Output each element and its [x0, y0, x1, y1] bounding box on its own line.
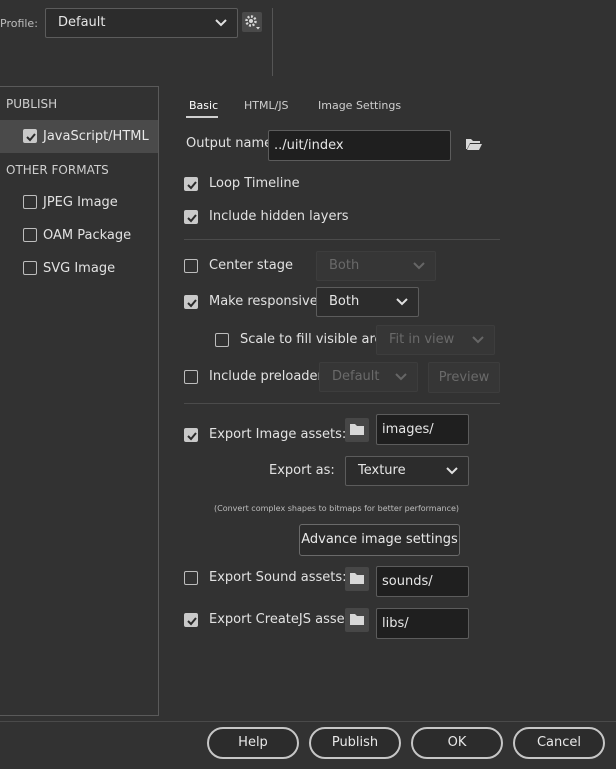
profile-value: Default — [58, 15, 106, 30]
make-responsive-checkbox[interactable] — [184, 295, 198, 309]
export-sound-assets-checkbox[interactable] — [184, 571, 198, 585]
sidebar-item-label: SVG Image — [43, 261, 116, 276]
scale-to-fill-dropdown[interactable]: Fit in view — [376, 325, 495, 355]
loop-timeline-label: Loop Timeline — [209, 176, 300, 191]
center-stage-checkbox[interactable] — [184, 259, 198, 273]
export-createjs-assets-checkbox[interactable] — [184, 613, 198, 627]
section-divider — [184, 239, 500, 240]
include-preloader-checkbox[interactable] — [184, 370, 198, 384]
checkmark-icon — [187, 181, 197, 190]
image-assets-path-value: images/ — [382, 422, 434, 437]
output-name-label: Output name: — [186, 136, 277, 151]
export-sound-assets-label: Export Sound assets: — [209, 570, 347, 585]
section-divider — [184, 403, 500, 404]
chevron-down-icon — [446, 467, 458, 475]
scale-to-fill-value: Fit in view — [389, 332, 455, 347]
ok-button[interactable]: OK — [411, 727, 503, 759]
profile-settings-button[interactable] — [242, 12, 262, 32]
chevron-down-icon — [413, 262, 425, 270]
center-stage-value: Both — [329, 258, 360, 273]
include-hidden-layers-checkbox[interactable] — [184, 210, 198, 224]
sidebar-item-label: JPEG Image — [43, 195, 118, 210]
folder-icon — [350, 424, 364, 435]
sidebar-heading-other-formats: OTHER FORMATS — [6, 163, 109, 177]
image-assets-path-input[interactable]: images/ — [376, 414, 469, 445]
gear-icon — [245, 15, 260, 30]
tab-image-settings[interactable]: Image Settings — [318, 99, 401, 112]
advance-image-settings-button[interactable]: Advance image settings — [299, 524, 460, 556]
checkmark-icon — [187, 432, 197, 441]
preloader-dropdown[interactable]: Default — [319, 362, 418, 392]
sidebar-item-javascript-html[interactable]: JavaScript/HTML — [0, 120, 158, 153]
include-preloader-label: Include preloader — [209, 369, 323, 384]
preview-button[interactable]: Preview — [428, 362, 500, 393]
active-tab-indicator — [186, 116, 218, 118]
scale-to-fill-label: Scale to fill visible area — [240, 332, 391, 347]
sound-assets-path-input[interactable]: sounds/ — [376, 566, 469, 597]
export-as-dropdown[interactable]: Texture — [345, 456, 469, 486]
center-stage-dropdown[interactable]: Both — [316, 251, 436, 281]
cancel-button[interactable]: Cancel — [513, 727, 605, 759]
toolbar-divider — [272, 8, 273, 76]
output-name-input[interactable]: ../uit/index — [268, 130, 451, 161]
make-responsive-value: Both — [329, 294, 360, 309]
sound-assets-path-value: sounds/ — [382, 574, 433, 589]
sidebar-item-label: JavaScript/HTML — [43, 129, 149, 144]
oam-package-checkbox[interactable] — [23, 228, 37, 242]
folder-icon — [350, 614, 364, 625]
chevron-down-icon — [395, 373, 407, 381]
checkmark-icon — [187, 214, 197, 223]
svg-image-checkbox[interactable] — [23, 261, 37, 275]
javascript-html-checkbox[interactable] — [23, 129, 37, 143]
output-name-value: ../uit/index — [274, 138, 344, 153]
tab-basic[interactable]: Basic — [189, 99, 218, 112]
chevron-down-icon — [396, 298, 408, 306]
chevron-down-icon — [472, 336, 484, 344]
export-as-value: Texture — [358, 463, 406, 478]
export-as-label: Export as: — [269, 463, 335, 478]
include-hidden-layers-label: Include hidden layers — [209, 209, 349, 224]
profile-dropdown[interactable]: Default — [45, 8, 238, 38]
sidebar — [0, 86, 159, 716]
sidebar-item-svg-image[interactable]: SVG Image — [0, 252, 158, 285]
center-stage-label: Center stage — [209, 258, 293, 273]
image-assets-folder-button[interactable] — [345, 418, 369, 442]
chevron-down-icon — [215, 19, 227, 27]
sidebar-item-oam-package[interactable]: OAM Package — [0, 219, 158, 252]
sidebar-item-jpeg-image[interactable]: JPEG Image — [0, 186, 158, 219]
scale-to-fill-checkbox[interactable] — [215, 333, 229, 347]
sidebar-heading-publish: PUBLISH — [6, 97, 58, 111]
output-name-browse-button[interactable] — [465, 137, 483, 153]
export-note: (Convert complex shapes to bitmaps for b… — [214, 504, 460, 513]
help-button[interactable]: Help — [207, 727, 299, 759]
footer-divider — [0, 721, 616, 722]
jpeg-image-checkbox[interactable] — [23, 195, 37, 209]
publish-button[interactable]: Publish — [309, 727, 401, 759]
tab-html-js[interactable]: HTML/JS — [244, 99, 289, 112]
createjs-assets-path-input[interactable]: libs/ — [376, 608, 469, 639]
folder-icon — [350, 573, 364, 584]
preloader-value: Default — [332, 369, 380, 384]
make-responsive-dropdown[interactable]: Both — [316, 287, 419, 317]
createjs-assets-folder-button[interactable] — [345, 608, 369, 632]
export-createjs-assets-label: Export CreateJS assets: — [209, 612, 361, 627]
folder-open-icon — [466, 139, 482, 150]
checkmark-icon — [187, 299, 197, 308]
make-responsive-label: Make responsive — [209, 294, 318, 309]
export-image-assets-checkbox[interactable] — [184, 428, 198, 442]
checkmark-icon — [187, 617, 197, 626]
loop-timeline-checkbox[interactable] — [184, 177, 198, 191]
createjs-assets-path-value: libs/ — [382, 616, 409, 631]
profile-label: Profile: — [0, 17, 38, 30]
checkmark-icon — [26, 133, 36, 142]
sound-assets-folder-button[interactable] — [345, 567, 369, 591]
export-image-assets-label: Export Image assets: — [209, 427, 347, 442]
sidebar-item-label: OAM Package — [43, 228, 132, 243]
